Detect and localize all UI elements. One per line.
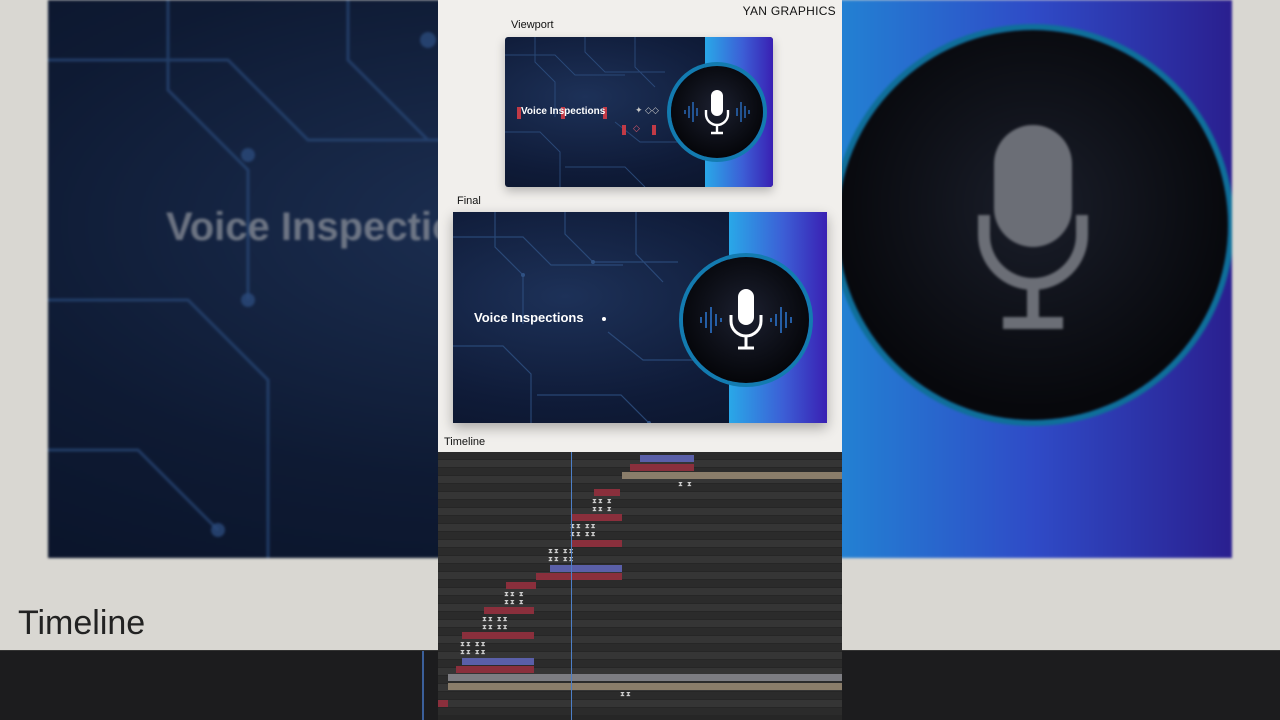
layer-bar[interactable] <box>448 674 842 681</box>
timeline-label: Timeline <box>444 436 486 448</box>
brand-label: YAN GRAPHICS <box>742 4 836 18</box>
final-title: Voice Inspections <box>474 310 584 325</box>
keyframe-icon[interactable]: ⧗⧗ ⧗ <box>504 599 525 606</box>
layer-bar[interactable] <box>572 540 622 547</box>
background-microphone-icon <box>978 125 1088 329</box>
layer-bar[interactable] <box>456 666 534 673</box>
final-label: Final <box>457 195 481 207</box>
keyframe-icon[interactable]: ⧗⧗ ⧗ <box>504 591 525 598</box>
layer-bar[interactable] <box>506 582 536 589</box>
keyframe-icon[interactable]: ⧗⧗ ⧗⧗ <box>570 523 597 530</box>
layer-handle[interactable] <box>652 125 656 135</box>
keyframe-icon[interactable]: ⧗⧗ ⧗ <box>592 506 613 513</box>
layer-bar[interactable] <box>572 514 622 521</box>
keyframe-icon[interactable]: ⧗ ⧗ <box>678 481 693 488</box>
keyframe-icon[interactable]: ◇ <box>633 123 640 134</box>
layer-bar[interactable] <box>536 573 622 580</box>
keyframe-icon[interactable]: ⧗⧗ ⧗⧗ <box>570 531 597 538</box>
layer-bar[interactable] <box>438 700 448 707</box>
final-preview: Voice Inspections <box>453 212 827 423</box>
keyframe-icon[interactable]: ⧗⧗ <box>620 691 632 698</box>
anchor-icon[interactable]: ✦ ◇◇ <box>635 105 659 116</box>
mic-circle <box>671 66 763 158</box>
layer-bar[interactable] <box>622 472 842 479</box>
layer-bar[interactable] <box>550 565 622 572</box>
timeline[interactable]: ⧗ ⧗ ⧗⧗ ⧗ ⧗⧗ ⧗ ⧗⧗ ⧗⧗ ⧗⧗ ⧗⧗ ⧗⧗ ⧗⧗ ⧗⧗ ⧗⧗ ⧗⧗… <box>438 452 842 720</box>
keyframe-icon[interactable]: ⧗⧗ ⧗⧗ <box>460 641 487 648</box>
mic-circle <box>683 257 809 383</box>
tutorial-panel: YAN GRAPHICS Viewport Voice Inspections … <box>438 0 842 720</box>
viewport-label: Viewport <box>511 19 554 31</box>
background-title: Voice Inspectio <box>166 205 457 249</box>
layer-bar[interactable] <box>630 464 694 471</box>
keyframe-icon[interactable]: ⧗⧗ ⧗⧗ <box>482 624 509 631</box>
layer-bar[interactable] <box>484 607 534 614</box>
layer-bar[interactable] <box>448 683 842 690</box>
keyframe-icon[interactable]: ⧗⧗ ⧗ <box>592 498 613 505</box>
layer-bar[interactable] <box>594 489 620 496</box>
playhead[interactable] <box>571 452 572 720</box>
keyframe-icon[interactable]: ⧗⧗ ⧗⧗ <box>482 616 509 623</box>
layer-handle[interactable] <box>622 125 626 135</box>
background-timeline-label: Timeline <box>18 604 146 642</box>
keyframe-icon[interactable]: ⧗⧗ ⧗⧗ <box>460 649 487 656</box>
microphone-icon <box>684 90 750 135</box>
microphone-icon <box>700 289 792 350</box>
layer-bar[interactable] <box>640 455 694 462</box>
title-dot <box>602 317 606 321</box>
layer-bar[interactable] <box>462 658 534 665</box>
layer-bar[interactable] <box>462 632 534 639</box>
viewport-preview[interactable]: Voice Inspections ✦ ◇◇ ◇ <box>505 37 773 187</box>
viewport-title[interactable]: Voice Inspections <box>521 106 605 117</box>
